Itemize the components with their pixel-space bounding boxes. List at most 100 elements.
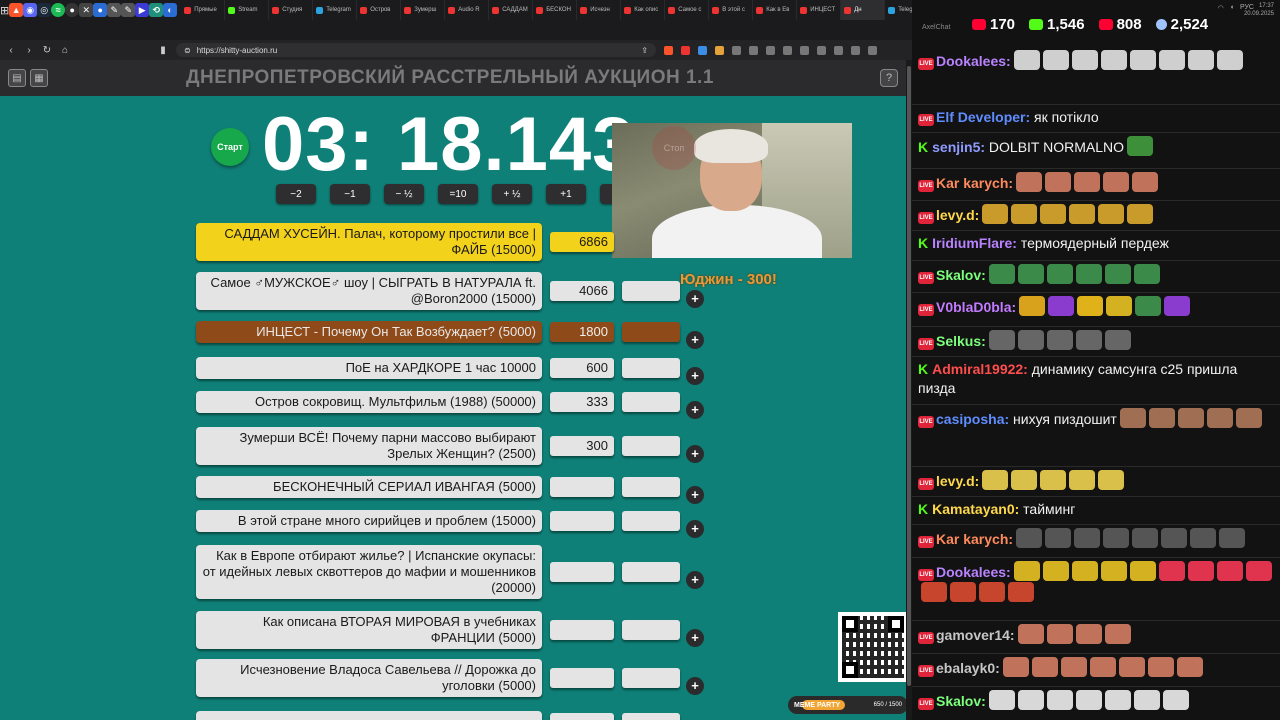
- chat-nickname[interactable]: IridiumFlare:: [932, 235, 1017, 251]
- extension-icon[interactable]: [800, 45, 809, 55]
- add-bid-button[interactable]: +: [686, 290, 704, 308]
- extension-icon[interactable]: [698, 45, 707, 55]
- chat-nickname[interactable]: ebalayk0:: [936, 660, 1000, 676]
- bookmark-icon[interactable]: ▮: [158, 45, 168, 56]
- timer-adjust-button[interactable]: =10: [438, 184, 478, 204]
- home-icon[interactable]: ⌂: [60, 45, 70, 56]
- timer-adjust-button[interactable]: + ½: [492, 184, 532, 204]
- chat-nickname[interactable]: senjin5:: [932, 139, 985, 155]
- brave-shield-icon[interactable]: [664, 45, 673, 55]
- browser-tab[interactable]: Audio R: [445, 0, 490, 20]
- brave-browser-icon[interactable]: ▲: [9, 0, 24, 20]
- add-bid-button[interactable]: +: [686, 629, 704, 647]
- app-icon[interactable]: ●: [93, 0, 108, 20]
- steam-icon[interactable]: ◎: [37, 0, 52, 20]
- timer-adjust-button[interactable]: − ½: [384, 184, 424, 204]
- browser-tab[interactable]: Студия: [269, 0, 314, 20]
- browser-tab[interactable]: Зумерш: [401, 0, 446, 20]
- browser-tab[interactable]: Stream: [225, 0, 270, 20]
- chat-nickname[interactable]: Kar karych:: [936, 531, 1013, 547]
- share-icon[interactable]: ⇪: [641, 46, 648, 55]
- stop-button[interactable]: Стоп: [652, 126, 696, 170]
- chat-nickname[interactable]: levy.d:: [936, 473, 979, 489]
- chat-nickname[interactable]: Skalov:: [936, 267, 986, 283]
- help-button[interactable]: ?: [880, 69, 898, 87]
- chat-nickname[interactable]: V0blaD0bla:: [936, 299, 1016, 315]
- chat-nickname[interactable]: Dookalees:: [936, 564, 1011, 580]
- extension-icon[interactable]: [749, 45, 758, 55]
- app-icon[interactable]: ✎: [107, 0, 122, 20]
- browser-tab[interactable]: Прямые: [181, 0, 226, 20]
- app-icon[interactable]: ✎: [121, 0, 136, 20]
- lot-title[interactable]: Остров сокровищ. Мультфильм (1988) (5000…: [196, 391, 542, 413]
- obs-icon[interactable]: ●: [65, 0, 80, 20]
- windows-start-icon[interactable]: ⊞: [0, 0, 9, 20]
- spotify-icon[interactable]: ≈: [51, 0, 66, 20]
- lot-title[interactable]: Как в Европе отбирают жилье? | Испанские…: [196, 545, 542, 599]
- chat-nickname[interactable]: gamover14:: [936, 627, 1015, 643]
- browser-tab[interactable]: Исчезн: [577, 0, 622, 20]
- forward-arrow-icon[interactable]: ›: [24, 45, 34, 56]
- lot-title[interactable]: В этой стране много сирийцев и проблем (…: [196, 510, 542, 532]
- lot-title[interactable]: БЕСКОНЕЧНЫЙ СЕРИАЛ ИВАНГАЯ (5000): [196, 476, 542, 498]
- wallet-icon[interactable]: [851, 45, 860, 55]
- add-bid-button[interactable]: +: [686, 571, 704, 589]
- app-icon[interactable]: ◐: [163, 0, 178, 20]
- back-arrow-icon[interactable]: ‹: [6, 45, 16, 56]
- reload-icon[interactable]: ↻: [42, 45, 52, 56]
- chat-nickname[interactable]: Kamatayan0:: [932, 501, 1019, 517]
- lot-bid-input[interactable]: [622, 511, 680, 531]
- browser-tab[interactable]: САДДАМ: [489, 0, 534, 20]
- lot-bid-input[interactable]: [622, 668, 680, 688]
- add-bid-button[interactable]: +: [686, 401, 704, 419]
- puzzle-icon[interactable]: [817, 45, 826, 55]
- timer-adjust-button[interactable]: −2: [276, 184, 316, 204]
- lot-title[interactable]: Как описана ВТОРАЯ МИРОВАЯ в учебниках Ф…: [196, 611, 542, 649]
- add-bid-button[interactable]: +: [686, 331, 704, 349]
- lot-title[interactable]: ИНЦЕСТ - Почему Он Так Возбуждает? (5000…: [196, 321, 542, 343]
- browser-tab[interactable]: Остров: [357, 0, 402, 20]
- chat-nickname[interactable]: levy.d:: [936, 207, 979, 223]
- lot-bid-input[interactable]: [622, 281, 680, 301]
- browser-tab[interactable]: Как опис: [621, 0, 666, 20]
- start-button[interactable]: Старт: [211, 128, 249, 166]
- extension-icon[interactable]: [732, 45, 741, 55]
- browser-tab[interactable]: В этой с: [709, 0, 754, 20]
- app-icon[interactable]: ▶: [135, 0, 150, 20]
- add-bid-button[interactable]: +: [686, 367, 704, 385]
- timer-adjust-button[interactable]: −1: [330, 184, 370, 204]
- add-bid-button[interactable]: +: [686, 486, 704, 504]
- site-info-icon[interactable]: ⊜: [184, 46, 191, 55]
- system-clock[interactable]: 17:37 20.09.2025: [1244, 2, 1274, 18]
- lot-bid-input[interactable]: [622, 477, 680, 497]
- sidebar-icon[interactable]: [834, 45, 843, 55]
- scrollbar-thumb[interactable]: [907, 66, 911, 686]
- history-icon[interactable]: ▦: [30, 69, 48, 87]
- chat-nickname[interactable]: Dookalees:: [936, 53, 1011, 69]
- add-bid-button[interactable]: +: [686, 445, 704, 463]
- browser-tab[interactable]: Дн: [841, 0, 886, 20]
- lot-bid-input[interactable]: [622, 392, 680, 412]
- add-bid-button[interactable]: +: [686, 677, 704, 695]
- browser-tab[interactable]: ИНЦЕСТ: [797, 0, 842, 20]
- chat-nickname[interactable]: Kar karych:: [936, 175, 1013, 191]
- extension-icon[interactable]: [766, 45, 775, 55]
- browser-tab[interactable]: Как в Ев: [753, 0, 798, 20]
- lot-title[interactable]: [196, 711, 542, 720]
- add-bid-button[interactable]: +: [686, 520, 704, 538]
- chat-nickname[interactable]: casiposha:: [936, 411, 1009, 427]
- lot-title[interactable]: САДДАМ ХУСЕЙН. Палач, которому простили …: [196, 223, 542, 261]
- lot-bid-input[interactable]: [622, 620, 680, 640]
- menu-icon[interactable]: [868, 45, 877, 55]
- chat-nickname[interactable]: Skalov:: [936, 693, 986, 709]
- chat-nickname[interactable]: Selkus:: [936, 333, 986, 349]
- browser-tab[interactable]: Telegram: [313, 0, 358, 20]
- extension-icon[interactable]: [715, 45, 724, 55]
- menu-icon[interactable]: ▤: [8, 69, 26, 87]
- browser-tab[interactable]: БЕСКОН: [533, 0, 578, 20]
- lot-bid-input[interactable]: [622, 562, 680, 582]
- wifi-icon[interactable]: ◠: [1218, 4, 1224, 12]
- lot-bid-input[interactable]: [622, 322, 680, 342]
- timer-adjust-button[interactable]: +1: [546, 184, 586, 204]
- app-icon[interactable]: ⟲: [149, 0, 164, 20]
